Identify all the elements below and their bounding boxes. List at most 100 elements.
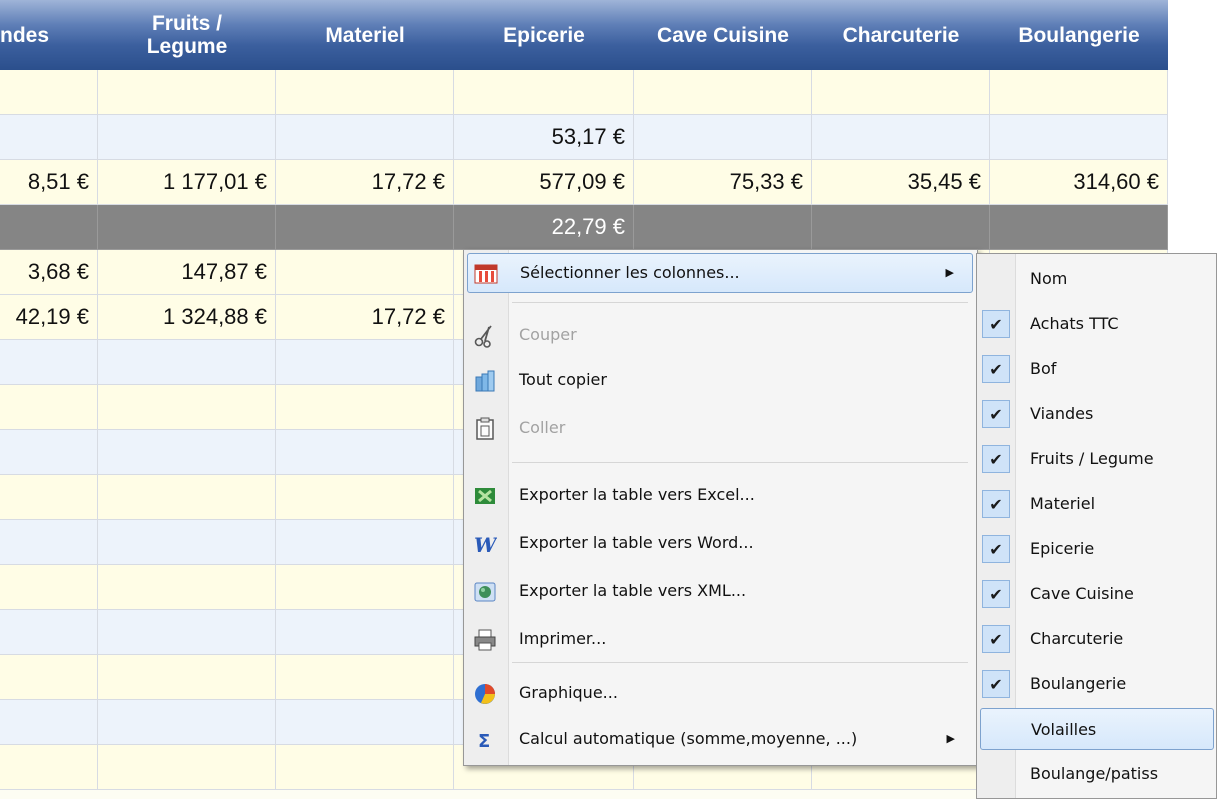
table-cell[interactable] <box>98 700 276 745</box>
table-cell[interactable]: 17,72 € <box>276 295 454 340</box>
table-cell[interactable] <box>634 115 812 160</box>
table-cell[interactable] <box>276 475 454 520</box>
table-cell[interactable] <box>812 70 990 115</box>
table-cell[interactable]: 53,17 € <box>454 115 634 160</box>
menu-item-selectionner-les-colonnes[interactable]: Sélectionner les colonnes... ▶ <box>467 253 973 293</box>
table-cell[interactable] <box>812 115 990 160</box>
column-option-materiel[interactable]: ✔ Materiel <box>980 483 1214 525</box>
table-cell[interactable] <box>0 610 98 655</box>
column-option-bof[interactable]: ✔ Bof <box>980 348 1214 390</box>
column-header-epicerie[interactable]: Epicerie <box>454 0 634 70</box>
column-option-volailles[interactable]: Volailles <box>980 708 1214 750</box>
table-cell[interactable]: 42,19 € <box>0 295 98 340</box>
table-cell[interactable]: 22,79 € <box>454 205 634 250</box>
table-cell[interactable] <box>98 565 276 610</box>
table-cell[interactable] <box>990 70 1168 115</box>
table-cell[interactable] <box>276 340 454 385</box>
table-cell[interactable] <box>0 700 98 745</box>
table-cell[interactable]: 8,51 € <box>0 160 98 205</box>
table-cell[interactable]: 1 324,88 € <box>98 295 276 340</box>
table-cell[interactable] <box>0 520 98 565</box>
table-cell[interactable] <box>0 655 98 700</box>
menu-item-exporter-la-table-vers-xml[interactable]: Exporter la table vers XML... <box>467 572 973 612</box>
table-cell[interactable] <box>276 115 454 160</box>
table-cell[interactable]: 17,72 € <box>276 160 454 205</box>
menu-item-exporter-la-table-vers-word[interactable]: W Exporter la table vers Word... <box>467 524 973 564</box>
table-cell[interactable] <box>0 745 98 790</box>
table-cell[interactable] <box>98 655 276 700</box>
table-cell[interactable] <box>0 475 98 520</box>
column-header-viandes[interactable]: ndes <box>0 0 98 70</box>
column-header-charcuterie[interactable]: Charcuterie <box>812 0 990 70</box>
column-option-viandes[interactable]: ✔ Viandes <box>980 393 1214 435</box>
sigma-icon: Σ <box>473 728 497 752</box>
table-row[interactable]: 22,79 € <box>0 205 1168 250</box>
table-cell[interactable] <box>98 385 276 430</box>
table-cell[interactable] <box>98 70 276 115</box>
column-header-fruits-legume[interactable]: Fruits / Legume <box>98 0 276 70</box>
table-cell[interactable] <box>0 430 98 475</box>
table-cell[interactable] <box>98 745 276 790</box>
table-cell[interactable] <box>276 700 454 745</box>
table-cell[interactable]: 577,09 € <box>454 160 634 205</box>
menu-item-graphique[interactable]: Graphique... <box>467 674 973 714</box>
chart-icon <box>473 682 497 706</box>
table-cell[interactable] <box>0 340 98 385</box>
table-cell[interactable] <box>98 340 276 385</box>
table-cell[interactable]: 75,33 € <box>634 160 812 205</box>
excel-icon <box>473 484 497 508</box>
column-option-epicerie[interactable]: ✔ Epicerie <box>980 528 1214 570</box>
table-row[interactable]: 8,51 €1 177,01 €17,72 €577,09 €75,33 €35… <box>0 160 1168 205</box>
table-cell[interactable] <box>98 610 276 655</box>
table-row[interactable]: 53,17 € <box>0 115 1168 160</box>
table-cell[interactable]: 314,60 € <box>990 160 1168 205</box>
table-cell[interactable] <box>0 565 98 610</box>
table-cell[interactable] <box>276 70 454 115</box>
menu-item-calcul-automatique-somme-moyenne[interactable]: Σ Calcul automatique (somme,moyenne, ...)… <box>467 720 973 760</box>
table-cell[interactable] <box>276 655 454 700</box>
menu-item-exporter-la-table-vers-excel[interactable]: Exporter la table vers Excel... <box>467 476 973 516</box>
column-option-achats-ttc[interactable]: ✔ Achats TTC <box>980 303 1214 345</box>
table-cell[interactable] <box>0 70 98 115</box>
table-cell[interactable] <box>276 520 454 565</box>
table-cell[interactable] <box>454 70 634 115</box>
table-cell[interactable] <box>276 250 454 295</box>
table-cell[interactable] <box>990 205 1168 250</box>
table-cell[interactable] <box>0 115 98 160</box>
table-cell[interactable] <box>98 115 276 160</box>
column-option-boulangerie[interactable]: ✔ Boulangerie <box>980 663 1214 705</box>
table-cell[interactable] <box>276 385 454 430</box>
checkmark-icon: ✔ <box>982 535 1010 563</box>
column-option-cave-cuisine[interactable]: ✔ Cave Cuisine <box>980 573 1214 615</box>
table-cell[interactable]: 35,45 € <box>812 160 990 205</box>
menu-item-imprimer[interactable]: Imprimer... <box>467 620 973 660</box>
table-cell[interactable] <box>812 205 990 250</box>
table-cell[interactable] <box>276 745 454 790</box>
column-option-charcuterie[interactable]: ✔ Charcuterie <box>980 618 1214 660</box>
table-cell[interactable]: 147,87 € <box>98 250 276 295</box>
table-cell[interactable] <box>0 205 98 250</box>
column-option-fruits-legume[interactable]: ✔ Fruits / Legume <box>980 438 1214 480</box>
column-option-boulange-patiss[interactable]: Boulange/patiss <box>980 753 1214 795</box>
table-cell[interactable] <box>276 610 454 655</box>
table-cell[interactable] <box>98 205 276 250</box>
column-header-boulangerie[interactable]: Boulangerie <box>990 0 1168 70</box>
table-cell[interactable] <box>98 430 276 475</box>
table-cell[interactable]: 3,68 € <box>0 250 98 295</box>
table-cell[interactable] <box>990 115 1168 160</box>
table-cell[interactable] <box>276 205 454 250</box>
table-cell[interactable] <box>276 430 454 475</box>
table-cell[interactable] <box>98 520 276 565</box>
table-cell[interactable] <box>634 205 812 250</box>
menu-item-tout-copier[interactable]: Tout copier <box>467 361 973 401</box>
column-header-cave-cuisine[interactable]: Cave Cuisine <box>634 0 812 70</box>
column-option-nom[interactable]: Nom <box>980 258 1214 300</box>
table-cell[interactable] <box>0 385 98 430</box>
column-header-materiel[interactable]: Materiel <box>276 0 454 70</box>
table-cell[interactable] <box>276 565 454 610</box>
menu-item-label: Sélectionner les colonnes... <box>520 263 740 282</box>
table-cell[interactable]: 1 177,01 € <box>98 160 276 205</box>
table-cell[interactable] <box>98 475 276 520</box>
table-row[interactable] <box>0 70 1168 115</box>
table-cell[interactable] <box>634 70 812 115</box>
